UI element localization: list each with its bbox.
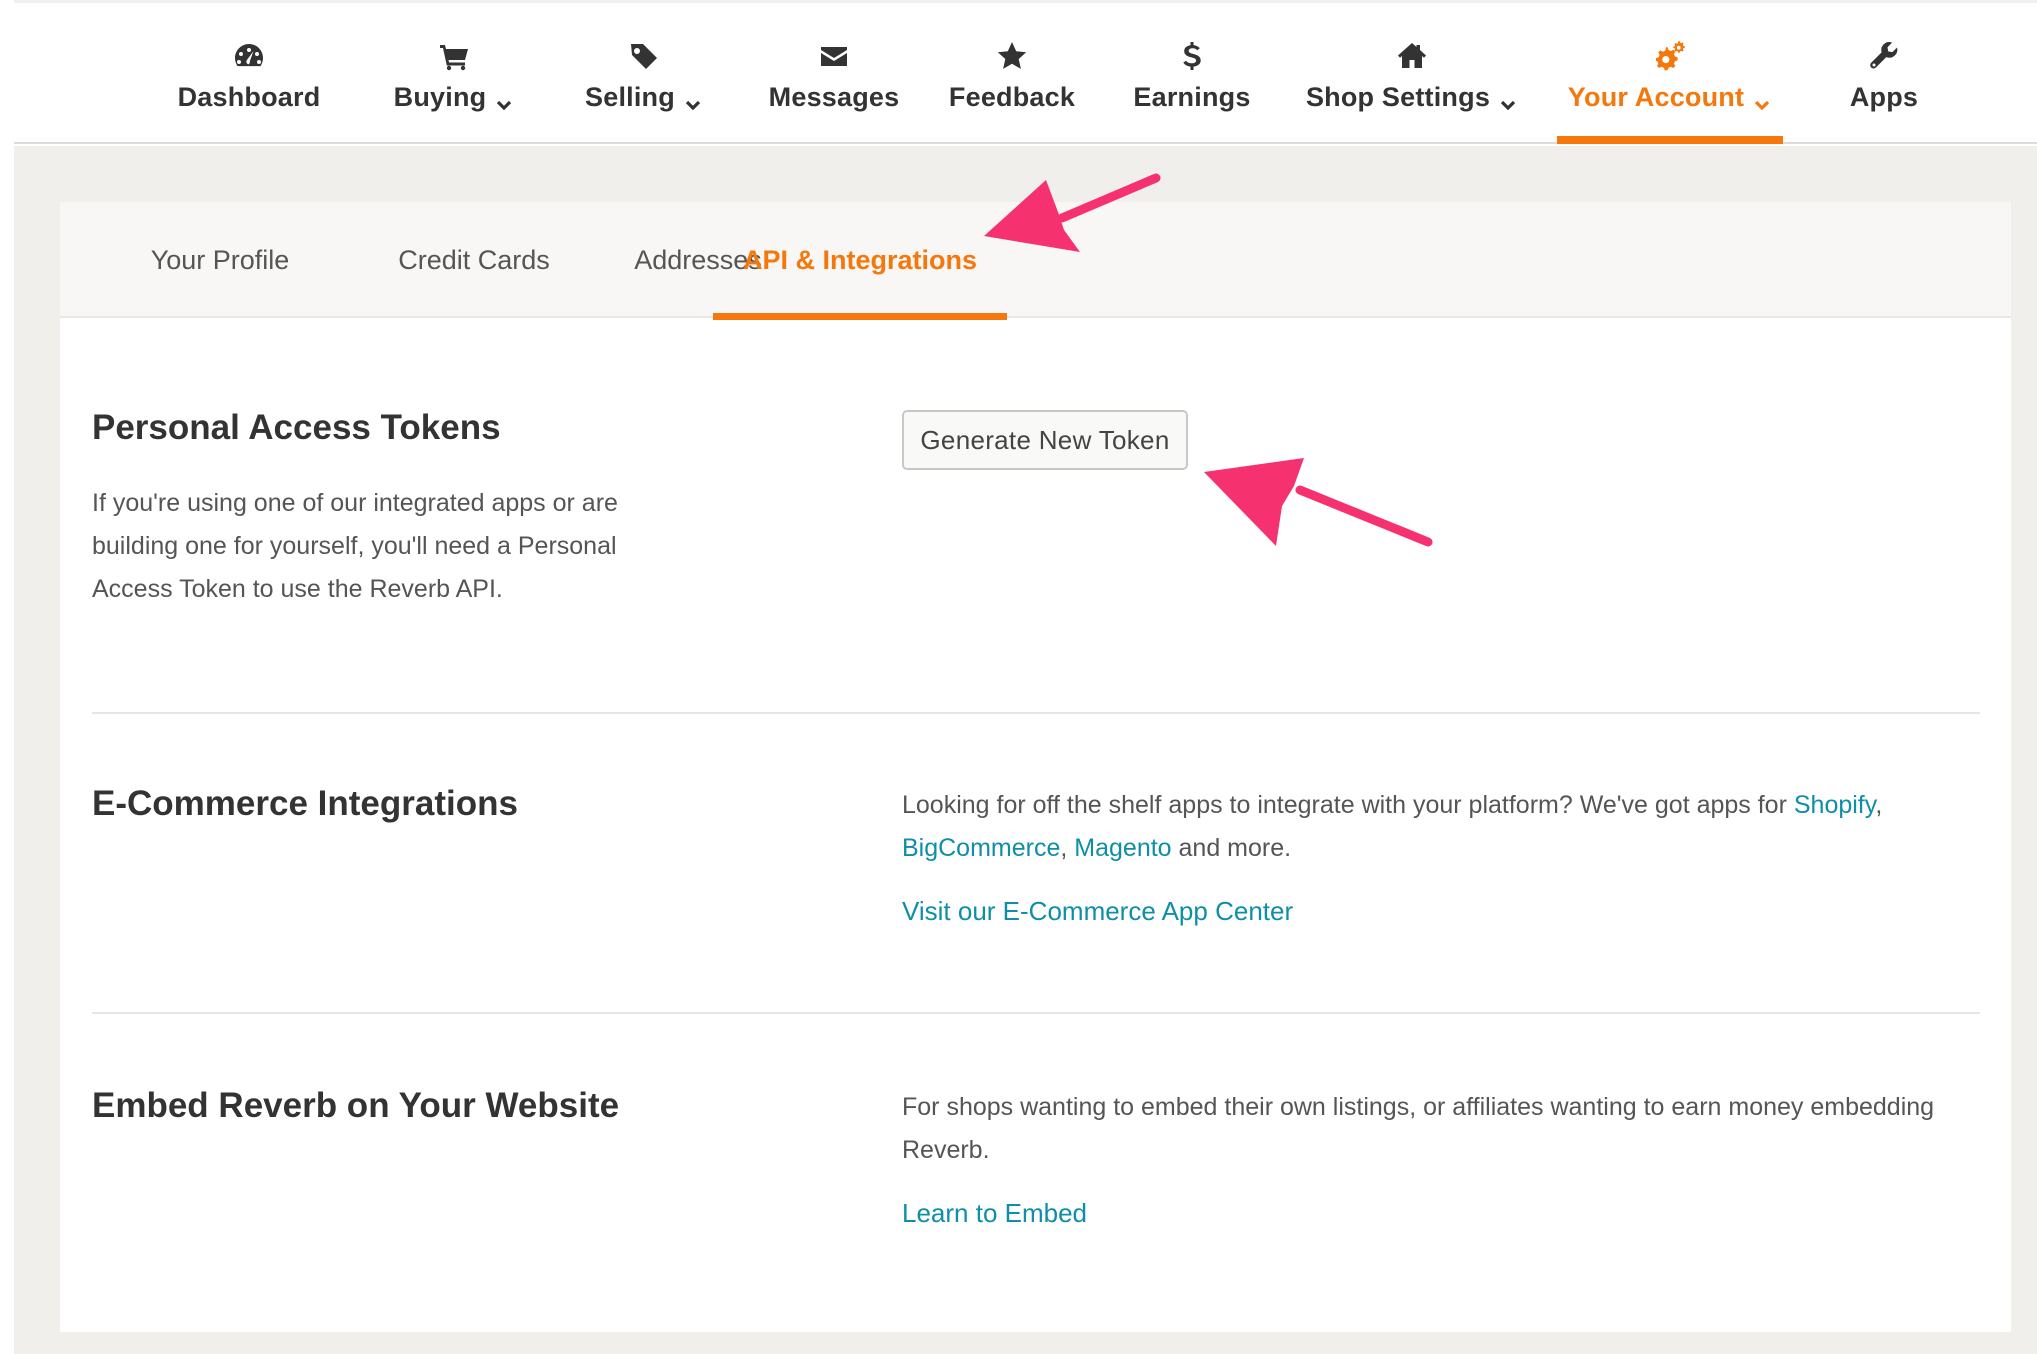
gears-icon — [1650, 36, 1690, 76]
dashboard-icon — [229, 36, 269, 76]
nav-label-apps: Apps — [1849, 82, 1919, 112]
home-icon — [1392, 36, 1432, 76]
annotation-arrow-token-button — [1200, 450, 1440, 560]
star-icon — [992, 36, 1032, 76]
cart-icon — [434, 36, 474, 76]
nav-label-earnings: Earnings — [1133, 82, 1251, 112]
chevron-down-icon — [494, 91, 514, 111]
chevron-down-icon — [683, 91, 703, 111]
nav-label-dashboard: Dashboard — [177, 82, 321, 112]
nav-item-messages[interactable]: Messages — [744, 8, 924, 144]
wrench-icon — [1864, 36, 1904, 76]
nav-item-shop-settings[interactable]: Shop Settings — [1292, 8, 1532, 144]
top-navigation: Dashboard Buying Selling Messages Feedba… — [14, 0, 2037, 144]
dollar-icon — [1172, 36, 1212, 76]
embed-description: For shops wanting to embed their own lis… — [902, 1093, 1935, 1164]
annotation-arrow-api-tab — [970, 168, 1170, 268]
nav-item-dashboard[interactable]: Dashboard — [134, 8, 364, 144]
nav-item-your-account[interactable]: Your Account — [1557, 8, 1783, 144]
nav-item-selling[interactable]: Selling — [554, 8, 734, 144]
reverb-account-page: Dashboard Buying Selling Messages Feedba… — [0, 0, 2037, 1354]
nav-item-buying[interactable]: Buying — [364, 8, 544, 144]
section-title: Embed Reverb on Your Website — [92, 1086, 620, 1125]
learn-to-embed-link[interactable]: Learn to Embed — [902, 1198, 1087, 1229]
nav-label-messages: Messages — [768, 82, 900, 112]
nav-item-feedback[interactable]: Feedback — [932, 8, 1092, 144]
envelope-icon — [814, 36, 854, 76]
chevron-down-icon — [1752, 91, 1772, 111]
nav-label-selling: Selling — [585, 82, 675, 112]
nav-item-apps[interactable]: Apps — [1814, 8, 1954, 144]
nav-item-earnings[interactable]: Earnings — [1112, 8, 1272, 144]
account-card: Your Profile Credit Cards Addresses API … — [60, 202, 2011, 1332]
nav-label-shop-settings: Shop Settings — [1305, 82, 1491, 112]
nav-label-feedback: Feedback — [948, 82, 1076, 112]
chevron-down-icon — [1498, 91, 1518, 111]
nav-label-your-account: Your Account — [1567, 82, 1745, 112]
nav-label-buying: Buying — [393, 82, 487, 112]
tag-icon — [624, 36, 664, 76]
